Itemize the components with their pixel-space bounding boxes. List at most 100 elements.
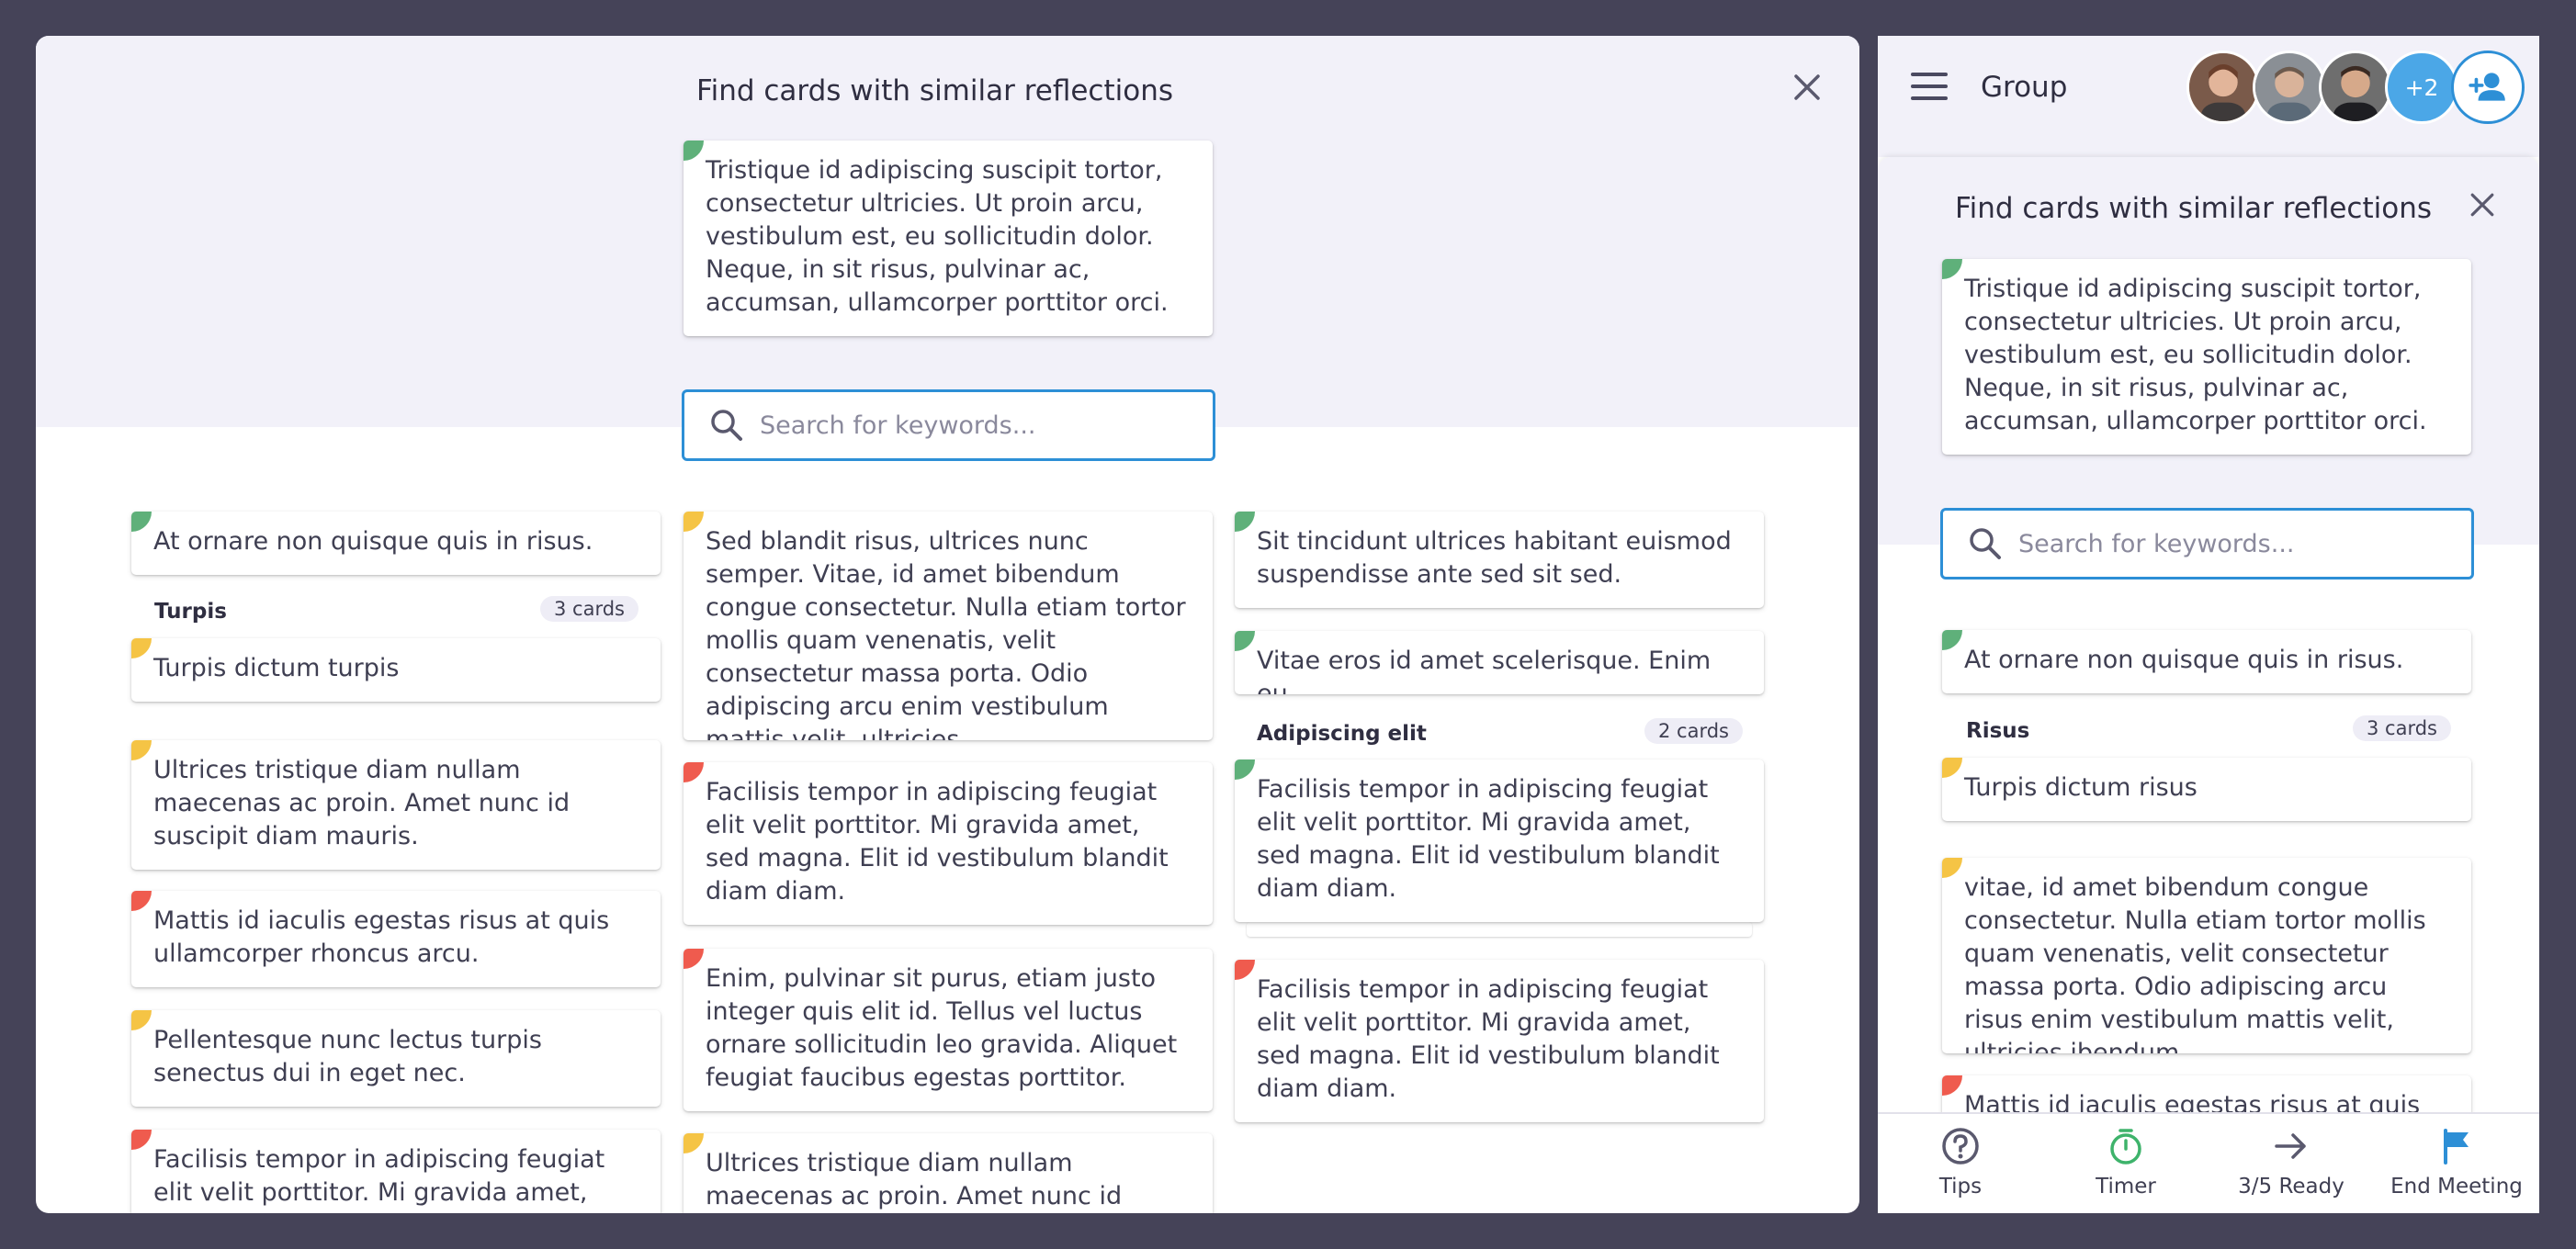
group-card-count-badge: 2 cards <box>1644 718 1743 744</box>
group-title[interactable]: Turpis <box>154 600 227 624</box>
search-icon <box>711 410 742 441</box>
prompt-color-marker <box>684 949 704 969</box>
group-card-count-badge: 3 cards <box>540 596 638 622</box>
prompt-color-marker <box>1942 259 1962 279</box>
card-text: Turpis dictum risus <box>1964 773 2198 802</box>
card-text: Vitae eros id amet scelerisque. Enim eu. <box>1257 647 1712 694</box>
search-input[interactable] <box>760 411 1182 440</box>
stacked-card-shadow <box>1247 922 1752 937</box>
modal-title: Find cards with similar reflections <box>696 74 1174 107</box>
card-text: Facilisis tempor in adipiscing feugiat e… <box>706 778 1169 906</box>
prompt-color-marker <box>1235 960 1255 980</box>
prompt-color-marker <box>131 891 152 911</box>
mobile-top-bar: Group +2 <box>1878 36 2539 157</box>
end-meeting-label: End Meeting <box>2390 1175 2523 1198</box>
card-text: Ultrices tristique diam nullam maecenas … <box>706 1149 1123 1210</box>
card-text: Sed blandit risus, ultrices nunc semper.… <box>706 527 1186 740</box>
prompt-color-marker <box>1235 631 1255 651</box>
reflection-card[interactable]: Facilisis tempor in adipiscing feugiat e… <box>684 762 1213 925</box>
flag-icon <box>2444 1129 2469 1165</box>
close-icon[interactable] <box>1789 69 1825 106</box>
prompt-color-marker <box>1942 630 1962 650</box>
reflection-card[interactable]: At ornare non quisque quis in risus. <box>131 512 661 575</box>
similar-reflections-modal: Find cards with similar reflections Tris… <box>36 36 1859 1213</box>
reflection-card[interactable]: At ornare non quisque quis in risus. <box>1942 630 2471 693</box>
reflection-card[interactable]: Ultrices tristique diam nullam maecenas … <box>684 1133 1213 1213</box>
arrow-right-icon <box>2275 1133 2306 1159</box>
tips-button[interactable]: Tips <box>1878 1114 2043 1213</box>
sheet-title: Find cards with similar reflections <box>1955 192 2433 225</box>
reflection-card[interactable]: Enim, pulvinar sit purus, etiam justo in… <box>684 949 1213 1111</box>
reflection-card[interactable]: Sed blandit risus, ultrices nunc semper.… <box>684 512 1213 740</box>
prompt-color-marker <box>1942 1075 1962 1096</box>
prompt-color-marker <box>131 638 152 658</box>
more-participants-badge[interactable]: +2 <box>2385 51 2458 124</box>
group-title[interactable]: Risus <box>1966 719 2029 743</box>
add-participant-button[interactable] <box>2451 51 2525 124</box>
card-text: At ornare non quisque quis in risus. <box>1964 646 2404 674</box>
prompt-color-marker <box>131 512 152 532</box>
stopwatch-icon <box>2110 1129 2141 1165</box>
close-icon[interactable] <box>2466 188 2499 221</box>
end-meeting-button[interactable]: End Meeting <box>2374 1114 2539 1213</box>
avatar[interactable] <box>2319 51 2392 124</box>
prompt-color-marker <box>1942 758 1962 778</box>
ready-label: 3/5 Ready <box>2238 1175 2344 1198</box>
search-icon <box>1970 528 2001 559</box>
reflection-card[interactable]: Ultrices tristique diam nullam maecenas … <box>131 740 661 870</box>
timer-button[interactable]: Timer <box>2043 1114 2209 1213</box>
group-card[interactable]: Turpis dictum risus <box>1942 758 2471 821</box>
card-text: Facilisis tempor in adipiscing feugiat e… <box>153 1145 605 1213</box>
reflection-card[interactable]: Facilisis tempor in adipiscing feugiat e… <box>1235 960 1764 1122</box>
group-title[interactable]: Adipiscing elit <box>1257 722 1427 746</box>
timer-label: Timer <box>2096 1175 2156 1198</box>
card-text: At ornare non quisque quis in risus. <box>153 527 593 556</box>
phase-title: Group <box>1981 71 2068 104</box>
prompt-color-marker <box>684 1133 704 1153</box>
reflection-card[interactable]: Sit tincidunt ultrices habitant euismod … <box>1235 512 1764 608</box>
reflection-card[interactable]: Vitae eros id amet scelerisque. Enim eu. <box>1235 631 1764 694</box>
prompt-color-marker <box>131 740 152 760</box>
ready-button[interactable]: 3/5 Ready <box>2209 1114 2374 1213</box>
prompt-color-marker <box>684 512 704 532</box>
card-text: Ultrices tristique diam nullam maecenas … <box>153 756 571 850</box>
card-text: Mattis id iaculis egestas risus at quis … <box>153 906 610 968</box>
card-text: Tristique id adipiscing suscipit tortor,… <box>1964 275 2427 435</box>
reflection-card[interactable]: Pellentesque nunc lectus turpis senectus… <box>131 1010 661 1107</box>
reflection-card[interactable]: Mattis id iaculis egestas risus at quis <box>1942 1075 2471 1112</box>
reflection-card[interactable]: Mattis id iaculis egestas risus at quis … <box>131 891 661 987</box>
reference-reflection-card: Tristique id adipiscing suscipit tortor,… <box>684 141 1213 336</box>
card-text: Facilisis tempor in adipiscing feugiat e… <box>1257 775 1720 903</box>
card-text: Mattis id iaculis egestas risus at quis <box>1964 1091 2421 1112</box>
reflection-card[interactable]: vitae, id amet bibendum congue consectet… <box>1942 858 2471 1053</box>
group-card-count-badge: 3 cards <box>2353 715 2451 741</box>
meeting-control-bar: Tips Timer 3/5 Ready End Meeting <box>1878 1112 2539 1213</box>
reflection-card[interactable]: Facilisis tempor in adipiscing feugiat e… <box>131 1130 661 1213</box>
mobile-meeting-view: Group +2 Find cards with similar reflect… <box>1878 36 2539 1213</box>
prompt-color-marker <box>1235 512 1255 532</box>
reference-reflection-card: Tristique id adipiscing suscipit tortor,… <box>1942 259 2471 455</box>
group-card[interactable]: Facilisis tempor in adipiscing feugiat e… <box>1235 760 1764 922</box>
card-text: vitae, id amet bibendum congue consectet… <box>1964 873 2426 1053</box>
group-card[interactable]: Turpis dictum turpis <box>131 638 661 702</box>
search-field[interactable] <box>1940 508 2474 579</box>
menu-icon[interactable] <box>1911 73 1948 104</box>
prompt-color-marker <box>684 141 704 161</box>
prompt-color-marker <box>131 1130 152 1150</box>
prompt-color-marker <box>1942 858 1962 878</box>
tips-label: Tips <box>1938 1175 1983 1198</box>
add-person-icon <box>2469 73 2505 101</box>
prompt-color-marker <box>131 1010 152 1030</box>
search-field[interactable] <box>682 389 1215 461</box>
prompt-color-marker <box>684 762 704 782</box>
card-text: Turpis dictum turpis <box>153 654 400 682</box>
similar-reflections-sheet: Find cards with similar reflections Tris… <box>1878 157 2539 1112</box>
avatar[interactable] <box>2253 51 2326 124</box>
card-text: Tristique id adipiscing suscipit tortor,… <box>706 156 1169 317</box>
search-input[interactable] <box>2018 529 2441 558</box>
avatar[interactable] <box>2186 51 2260 124</box>
card-text: Enim, pulvinar sit purus, etiam justo in… <box>706 964 1178 1092</box>
card-text: Sit tincidunt ultrices habitant euismod … <box>1257 527 1732 589</box>
help-icon <box>1942 1128 1979 1165</box>
card-text: Pellentesque nunc lectus turpis senectus… <box>153 1026 542 1087</box>
